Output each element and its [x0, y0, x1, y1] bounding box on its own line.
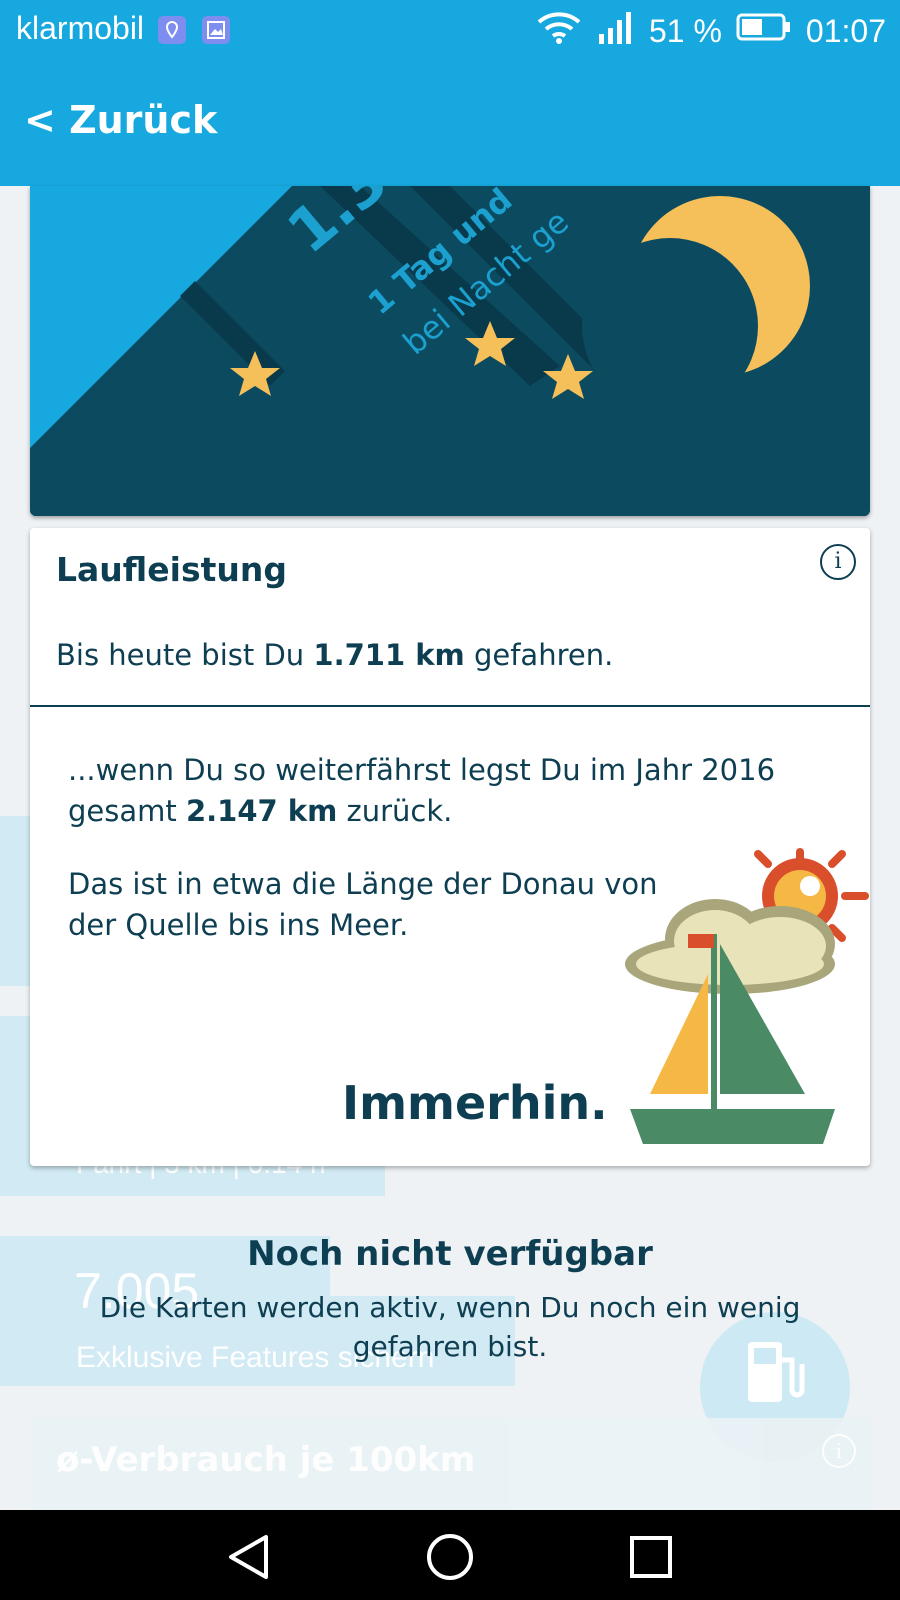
divider	[30, 705, 870, 707]
driven-value: 1.711 km	[313, 638, 465, 672]
consumption-card-title: ø-Verbrauch je 100km	[56, 1440, 476, 1480]
sailboat-illustration	[625, 848, 869, 1144]
navigation-bar	[0, 1510, 900, 1600]
forecast-value: 2.147 km	[185, 794, 338, 828]
consumption-card: ø-Verbrauch je 100km i	[30, 1418, 870, 1510]
punchline: Immerhin.	[342, 1076, 608, 1130]
driven-prefix: Bis heute bist Du	[56, 638, 314, 672]
app-bar: < Zurück	[0, 62, 900, 186]
back-button[interactable]: < Zurück	[24, 98, 217, 142]
info-icon[interactable]: i	[822, 1434, 856, 1468]
driven-suffix: gefahren.	[464, 638, 614, 672]
battery-icon	[736, 12, 792, 50]
signal-icon	[597, 10, 635, 52]
not-available-title: Noch nicht verfügbar	[247, 1234, 653, 1274]
info-icon[interactable]: i	[820, 544, 856, 580]
back-icon[interactable]	[226, 1534, 272, 1580]
status-bar: klarmobil 51 % 01:07	[0, 0, 900, 62]
mileage-card-title: Laufleistung	[56, 550, 287, 589]
hero-banner: 1.33 1 Tag und bei Nacht ge	[30, 186, 870, 516]
background-block	[0, 816, 30, 986]
comparison-text: Das ist in etwa die Länge der Donau von …	[68, 867, 658, 942]
not-available-text: Die Karten werden aktiv, wenn Du noch ei…	[99, 1291, 801, 1363]
carrier-name: klarmobil	[16, 10, 145, 46]
forecast-text: ...wenn Du so weiterfährst legst Du im J…	[68, 750, 858, 832]
forecast-suffix: zurück.	[337, 794, 453, 828]
location-icon	[158, 16, 186, 44]
image-icon	[202, 16, 230, 44]
wifi-icon	[535, 10, 583, 52]
driven-distance-text: Bis heute bist Du 1.711 km gefahren.	[56, 638, 613, 672]
recents-icon[interactable]	[628, 1534, 674, 1580]
clock: 01:07	[805, 12, 886, 49]
home-icon[interactable]	[425, 1532, 475, 1582]
night-illustration: 1.33 1 Tag und bei Nacht ge	[30, 186, 870, 516]
mileage-card: Laufleistung i Bis heute bist Du 1.711 k…	[30, 528, 870, 1166]
battery-percent: 51 %	[648, 12, 722, 49]
